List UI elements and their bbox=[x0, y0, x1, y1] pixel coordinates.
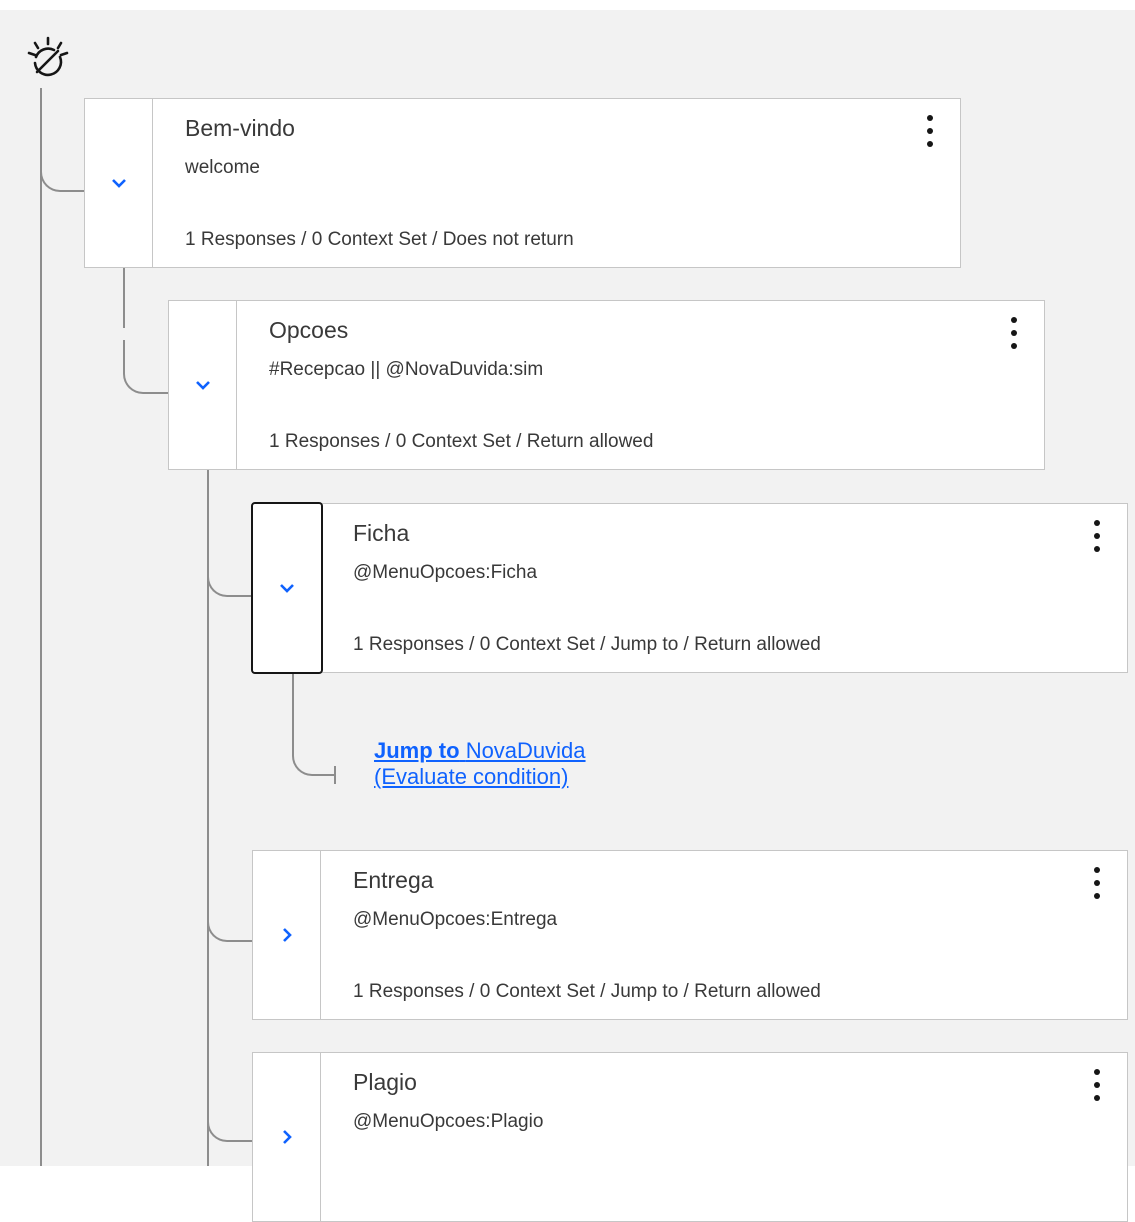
tree-connector bbox=[123, 340, 170, 394]
tree-connector bbox=[207, 1110, 254, 1142]
node-title: Ficha bbox=[353, 520, 410, 546]
node-summary: 1 Responses / 0 Context Set / Return all… bbox=[269, 431, 654, 452]
node-title: Entrega bbox=[353, 867, 434, 893]
dialog-node-plagio[interactable]: Plagio @MenuOpcoes:Plagio bbox=[252, 1052, 1128, 1222]
jump-connector-end bbox=[334, 766, 336, 784]
overflow-menu-icon[interactable] bbox=[1089, 865, 1105, 901]
node-summary: 1 Responses / 0 Context Set / Does not r… bbox=[185, 229, 574, 250]
expand-toggle-button[interactable] bbox=[169, 301, 237, 469]
jump-mode-link[interactable]: (Evaluate condition) bbox=[374, 764, 568, 789]
node-condition: #Recepcao || @NovaDuvida:sim bbox=[269, 359, 544, 380]
tree-connector bbox=[207, 565, 254, 597]
overflow-menu-icon[interactable] bbox=[1006, 315, 1022, 351]
expand-toggle-button[interactable] bbox=[251, 502, 323, 674]
node-summary: 1 Responses / 0 Context Set / Jump to / … bbox=[353, 981, 821, 1002]
chevron-down-icon bbox=[195, 381, 210, 390]
node-condition: @MenuOpcoes:Entrega bbox=[353, 909, 558, 930]
dialog-node-entrega[interactable]: Entrega @MenuOpcoes:Entrega 1 Responses … bbox=[252, 850, 1128, 1020]
tree-connector bbox=[207, 910, 254, 942]
node-condition: welcome bbox=[185, 157, 260, 178]
chevron-down-icon bbox=[280, 584, 294, 593]
overflow-menu-icon[interactable] bbox=[922, 113, 938, 149]
watson-assistant-logo-icon bbox=[27, 36, 69, 77]
tree-connector bbox=[40, 88, 42, 1166]
jump-target: NovaDuvida bbox=[465, 738, 586, 763]
node-condition: @MenuOpcoes:Plagio bbox=[353, 1111, 544, 1132]
chevron-down-icon bbox=[111, 179, 126, 188]
tree-connector bbox=[292, 674, 336, 776]
dialog-node-bem-vindo[interactable]: Bem-vindo welcome 1 Responses / 0 Contex… bbox=[84, 98, 961, 268]
jump-to-label: Jump to bbox=[374, 738, 460, 763]
dialog-tree-canvas: Bem-vindo welcome 1 Responses / 0 Contex… bbox=[0, 10, 1135, 1222]
chevron-right-icon bbox=[282, 1130, 292, 1144]
tree-connector bbox=[123, 268, 125, 328]
node-title: Opcoes bbox=[269, 317, 349, 343]
expand-toggle-button[interactable] bbox=[85, 99, 153, 267]
dialog-node-opcoes[interactable]: Opcoes #Recepcao || @NovaDuvida:sim 1 Re… bbox=[168, 300, 1045, 470]
overflow-menu-icon[interactable] bbox=[1089, 1067, 1105, 1103]
chevron-right-icon bbox=[282, 928, 292, 942]
overflow-menu-icon[interactable] bbox=[1089, 518, 1105, 554]
tree-connector bbox=[40, 160, 86, 192]
jump-to-target-link[interactable]: Jump to NovaDuvida bbox=[374, 738, 586, 763]
node-title: Plagio bbox=[353, 1069, 417, 1095]
jump-to-link[interactable]: Jump to NovaDuvida (Evaluate condition) bbox=[374, 738, 586, 790]
node-condition: @MenuOpcoes:Ficha bbox=[353, 562, 538, 583]
dialog-node-ficha[interactable]: Ficha @MenuOpcoes:Ficha 1 Responses / 0 … bbox=[251, 502, 1128, 674]
node-title: Bem-vindo bbox=[185, 115, 295, 141]
expand-toggle-button[interactable] bbox=[253, 1053, 321, 1221]
expand-toggle-button[interactable] bbox=[253, 851, 321, 1019]
node-summary: 1 Responses / 0 Context Set / Jump to / … bbox=[353, 634, 821, 655]
